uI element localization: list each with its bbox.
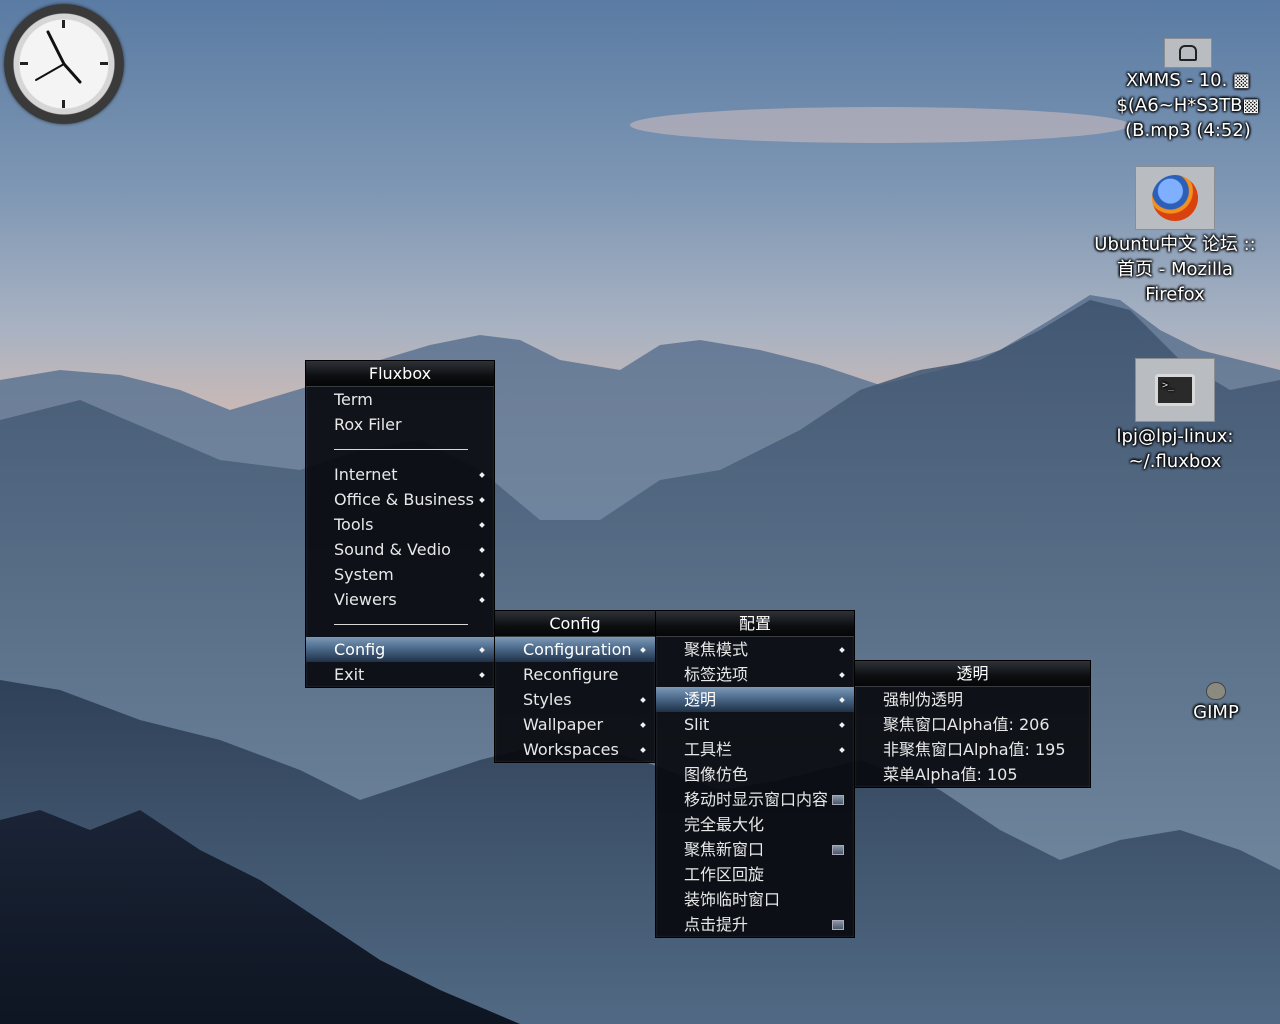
submenu-arrow-icon xyxy=(479,522,485,528)
menu-item-workspace-warping[interactable]: 工作区回旋 xyxy=(656,862,854,887)
menu-item-system[interactable]: System xyxy=(306,562,494,587)
menu-item-toolbar[interactable]: 工具栏 xyxy=(656,737,854,762)
submenu-arrow-icon xyxy=(640,747,646,753)
desktop-icon-label: ~/.fluxbox xyxy=(1128,451,1222,472)
submenu-arrow-icon xyxy=(640,697,646,703)
menu-item-styles[interactable]: Styles xyxy=(495,687,655,712)
menu-item-configuration[interactable]: Configuration xyxy=(495,637,655,662)
menu-item-reconfigure[interactable]: Reconfigure xyxy=(495,662,655,687)
checkbox-checked-icon xyxy=(832,845,844,855)
desktop-wallpaper xyxy=(0,107,1280,1024)
submenu-arrow-icon xyxy=(640,722,646,728)
desktop-icon-terminal[interactable]: >_ lpj@lpj-linux: ~/.fluxbox xyxy=(1096,358,1254,474)
menu-title: Config xyxy=(495,611,655,637)
submenu-arrow-icon xyxy=(479,647,485,653)
submenu-arrow-icon xyxy=(479,547,485,553)
desktop-icon-label: GIMP xyxy=(1193,702,1239,723)
menu-item-exit[interactable]: Exit xyxy=(306,662,494,687)
desktop-icon-label: Firefox xyxy=(1145,284,1205,305)
menu-item-unfocused-window-alpha[interactable]: 非聚焦窗口Alpha值: 195 xyxy=(855,737,1090,762)
menu-item-force-pseudo-transparency[interactable]: 强制伪透明 xyxy=(855,687,1090,712)
desktop-icon-label: lpj@lpj-linux: xyxy=(1116,426,1234,447)
menu-item-rox-filer[interactable]: Rox Filer xyxy=(306,412,494,437)
submenu-arrow-icon xyxy=(839,747,845,753)
desktop-icon-label: 首页 - Mozilla xyxy=(1117,259,1233,280)
submenu-arrow-icon xyxy=(479,672,485,678)
transparency-submenu: 透明 强制伪透明 聚焦窗口Alpha值: 206 非聚焦窗口Alpha值: 19… xyxy=(854,660,1091,788)
menu-item-tools[interactable]: Tools xyxy=(306,512,494,537)
menu-item-transparency[interactable]: 透明 xyxy=(656,687,854,712)
menu-item-workspaces[interactable]: Workspaces xyxy=(495,737,655,762)
menu-item-slit[interactable]: Slit xyxy=(656,712,854,737)
menu-item-tab-options[interactable]: 标签选项 xyxy=(656,662,854,687)
submenu-arrow-icon xyxy=(479,572,485,578)
analog-clock xyxy=(4,4,124,124)
submenu-arrow-icon xyxy=(839,672,845,678)
config-submenu: Config Configuration Reconfigure Styles … xyxy=(494,610,656,763)
submenu-arrow-icon xyxy=(640,647,646,653)
menu-title: 配置 xyxy=(656,611,854,637)
desktop-icon-xmms[interactable]: XMMS - 10. ▩ $(A6~H*S3TB▩ (B.mp3 (4:52) xyxy=(1100,38,1276,143)
menu-item-office-business[interactable]: Office & Business xyxy=(306,487,494,512)
submenu-arrow-icon xyxy=(839,722,845,728)
terminal-icon: >_ xyxy=(1135,358,1215,422)
checkbox-checked-icon xyxy=(832,920,844,930)
menu-item-term[interactable]: Term xyxy=(306,387,494,412)
fluxbox-root-menu: Fluxbox Term Rox Filer Internet Office &… xyxy=(305,360,495,688)
menu-item-sound-vedio[interactable]: Sound & Vedio xyxy=(306,537,494,562)
xmms-icon xyxy=(1164,38,1212,68)
menu-item-decorate-transient[interactable]: 装饰临时窗口 xyxy=(656,887,854,912)
menu-item-focused-window-alpha[interactable]: 聚焦窗口Alpha值: 206 xyxy=(855,712,1090,737)
menu-item-menu-alpha[interactable]: 菜单Alpha值: 105 xyxy=(855,762,1090,787)
submenu-arrow-icon xyxy=(839,647,845,653)
desktop-icon-label: XMMS - 10. ▩ xyxy=(1125,70,1251,91)
configuration-submenu: 配置 聚焦模式 标签选项 透明 Slit 工具栏 图像仿色 移动时显示窗口内容 … xyxy=(655,610,855,938)
menu-item-opaque-move[interactable]: 移动时显示窗口内容 xyxy=(656,787,854,812)
menu-item-full-maximization[interactable]: 完全最大化 xyxy=(656,812,854,837)
desktop-icon-firefox[interactable]: Ubuntu中文 论坛 :: 首页 - Mozilla Firefox xyxy=(1086,166,1264,307)
desktop-icon-label: $(A6~H*S3TB▩ xyxy=(1116,95,1260,116)
menu-item-internet[interactable]: Internet xyxy=(306,462,494,487)
menu-item-focus-model[interactable]: 聚焦模式 xyxy=(656,637,854,662)
menu-title: Fluxbox xyxy=(306,361,494,387)
clock-face-icon xyxy=(20,20,108,108)
menu-item-config[interactable]: Config xyxy=(306,637,494,662)
submenu-arrow-icon xyxy=(479,472,485,478)
desktop-icon-label: Ubuntu中文 论坛 :: xyxy=(1094,234,1256,255)
submenu-arrow-icon xyxy=(479,597,485,603)
submenu-arrow-icon xyxy=(839,697,845,703)
menu-item-wallpaper[interactable]: Wallpaper xyxy=(495,712,655,737)
menu-item-image-dithering[interactable]: 图像仿色 xyxy=(656,762,854,787)
firefox-icon xyxy=(1135,166,1215,230)
menu-title: 透明 xyxy=(855,661,1090,687)
menu-separator xyxy=(306,437,494,462)
menu-separator xyxy=(306,612,494,637)
menu-item-viewers[interactable]: Viewers xyxy=(306,587,494,612)
desktop-icon-label: (B.mp3 (4:52) xyxy=(1125,120,1251,141)
menu-item-focus-new-windows[interactable]: 聚焦新窗口 xyxy=(656,837,854,862)
gimp-icon xyxy=(1206,682,1226,700)
menu-item-click-raises[interactable]: 点击提升 xyxy=(656,912,854,937)
desktop-icon-gimp[interactable]: GIMP xyxy=(1180,682,1252,725)
submenu-arrow-icon xyxy=(479,497,485,503)
checkbox-checked-icon xyxy=(832,795,844,805)
